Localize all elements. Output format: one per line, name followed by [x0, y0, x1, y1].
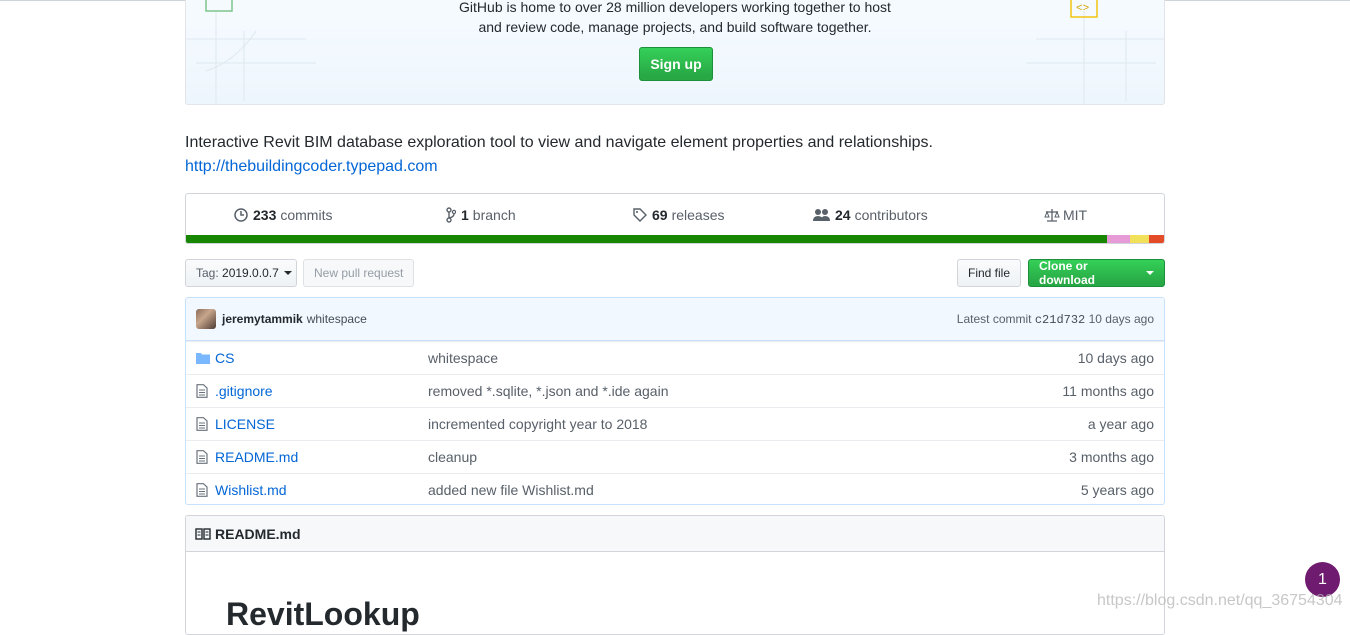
readme-header: README.md: [186, 516, 1164, 552]
latest-commit-age: 10 days ago: [1088, 311, 1154, 326]
commits-count: 233: [253, 207, 277, 223]
file-icon: [196, 483, 208, 497]
contributors-count: 24: [835, 207, 851, 223]
chevron-down-icon: [1146, 271, 1154, 275]
language-segment[interactable]: [1129, 235, 1150, 243]
clone-label: Clone or download: [1039, 259, 1095, 287]
file-name-link[interactable]: CS: [215, 350, 234, 366]
repo-summary: 233 commits 1 branch 69 releases 24 cont…: [185, 193, 1165, 244]
signup-banner: <> GitHub is home to over 28 million dev…: [185, 0, 1165, 105]
book-icon: [195, 527, 211, 540]
people-icon: [813, 209, 830, 221]
file-commit-message-link[interactable]: removed *.sqlite, *.json and *.ide again: [428, 383, 668, 399]
language-segment[interactable]: [186, 235, 1108, 243]
commits-link[interactable]: 233 commits: [234, 194, 332, 236]
tag-icon: [633, 208, 647, 222]
file-name-link[interactable]: README.md: [215, 449, 298, 465]
license-link[interactable]: MIT: [1044, 194, 1087, 236]
branch-link[interactable]: 1 branch: [446, 194, 516, 236]
commit-sha-link[interactable]: c21d732: [1035, 313, 1085, 327]
file-commit-message-link[interactable]: added new file Wishlist.md: [428, 482, 594, 498]
file-row: CS whitespace 10 days ago: [186, 341, 1164, 374]
file-icon: [196, 450, 208, 464]
file-name-link[interactable]: Wishlist.md: [215, 482, 287, 498]
file-icon: [196, 417, 208, 431]
readme-header-label: README.md: [215, 525, 301, 542]
file-age: 11 months ago: [1062, 383, 1154, 399]
tag-prefix: Tag:: [196, 266, 219, 280]
file-navigation-table: jeremytammik whitespace Latest commit c2…: [185, 297, 1165, 505]
releases-count: 69: [652, 207, 668, 223]
file-icon-wrap: [196, 384, 216, 398]
law-icon: [1044, 209, 1060, 222]
repo-homepage-link[interactable]: http://thebuildingcoder.typepad.com: [185, 156, 438, 178]
readme-title: RevitLookup: [226, 596, 420, 632]
file-row: LICENSE incremented copyright year to 201…: [186, 407, 1164, 440]
file-icon-wrap: [196, 450, 216, 464]
file-age: a year ago: [1087, 416, 1154, 432]
file-age: 3 months ago: [1069, 449, 1154, 465]
license-label: MIT: [1063, 207, 1088, 223]
branch-count: 1: [461, 207, 469, 223]
repo-description: Interactive Revit BIM database explorati…: [185, 134, 933, 151]
banner-message-line1: GitHub is home to over 28 million develo…: [459, 0, 891, 15]
folder-icon: [196, 353, 210, 364]
file-commit-message-link[interactable]: whitespace: [428, 350, 498, 366]
commit-author-link[interactable]: jeremytammik: [222, 312, 303, 326]
latest-commit-prefix: Latest commit: [956, 311, 1032, 326]
folder-icon-wrap: [196, 352, 216, 364]
language-segment[interactable]: [1164, 235, 1165, 243]
language-segment[interactable]: [1107, 235, 1130, 243]
language-bar[interactable]: [186, 235, 1165, 243]
contributors-link[interactable]: 24 contributors: [813, 194, 928, 236]
tag-select-button[interactable]: Tag: 2019.0.0.7: [185, 259, 297, 287]
language-segment[interactable]: [1149, 235, 1164, 243]
file-row: .gitignore removed *.sqlite, *.json and *…: [186, 374, 1164, 407]
file-age: 10 days ago: [1077, 350, 1154, 366]
file-icon-wrap: [196, 417, 216, 431]
file-commit-message-link[interactable]: cleanup: [428, 449, 477, 465]
banner-message-line2: and review code, manage projects, and bu…: [478, 19, 872, 35]
file-row: Wishlist.md added new file Wishlist.md 5 y…: [186, 473, 1164, 504]
watermark: https://blog.csdn.net/qq_36754304: [1097, 592, 1343, 609]
clone-or-download-button[interactable]: Clone or download: [1028, 259, 1165, 287]
find-file-button[interactable]: Find file: [957, 259, 1022, 287]
sign-up-button[interactable]: Sign up: [639, 47, 713, 81]
avatar[interactable]: [196, 309, 216, 329]
contributors-label: contributors: [854, 207, 928, 223]
file-age: 5 years ago: [1080, 482, 1154, 498]
commits-label: commits: [280, 207, 333, 223]
latest-commit-bar: jeremytammik whitespace Latest commit c2…: [186, 298, 1164, 341]
new-pull-request-button[interactable]: New pull request: [303, 259, 415, 287]
file-name-link[interactable]: .gitignore: [215, 383, 273, 399]
file-icon: [196, 384, 208, 398]
releases-label: releases: [671, 207, 725, 223]
chevron-down-icon: [283, 271, 292, 275]
tag-value: 2019.0.0.7: [222, 266, 279, 280]
file-row: README.md cleanup 3 months ago: [186, 440, 1164, 473]
file-commit-message-link[interactable]: incremented copyright year to 2018: [428, 416, 647, 432]
commit-message-link[interactable]: whitespace: [307, 312, 367, 326]
file-icon-wrap: [196, 483, 216, 497]
branch-label: branch: [472, 207, 516, 223]
history-icon: [234, 208, 248, 222]
latest-commit-info: Latest commit c21d732 10 days ago: [957, 312, 1154, 327]
branch-icon: [446, 207, 456, 223]
releases-link[interactable]: 69 releases: [633, 194, 725, 236]
readme-panel: README.md RevitLookup: [185, 515, 1165, 635]
file-name-link[interactable]: LICENSE: [215, 416, 275, 432]
